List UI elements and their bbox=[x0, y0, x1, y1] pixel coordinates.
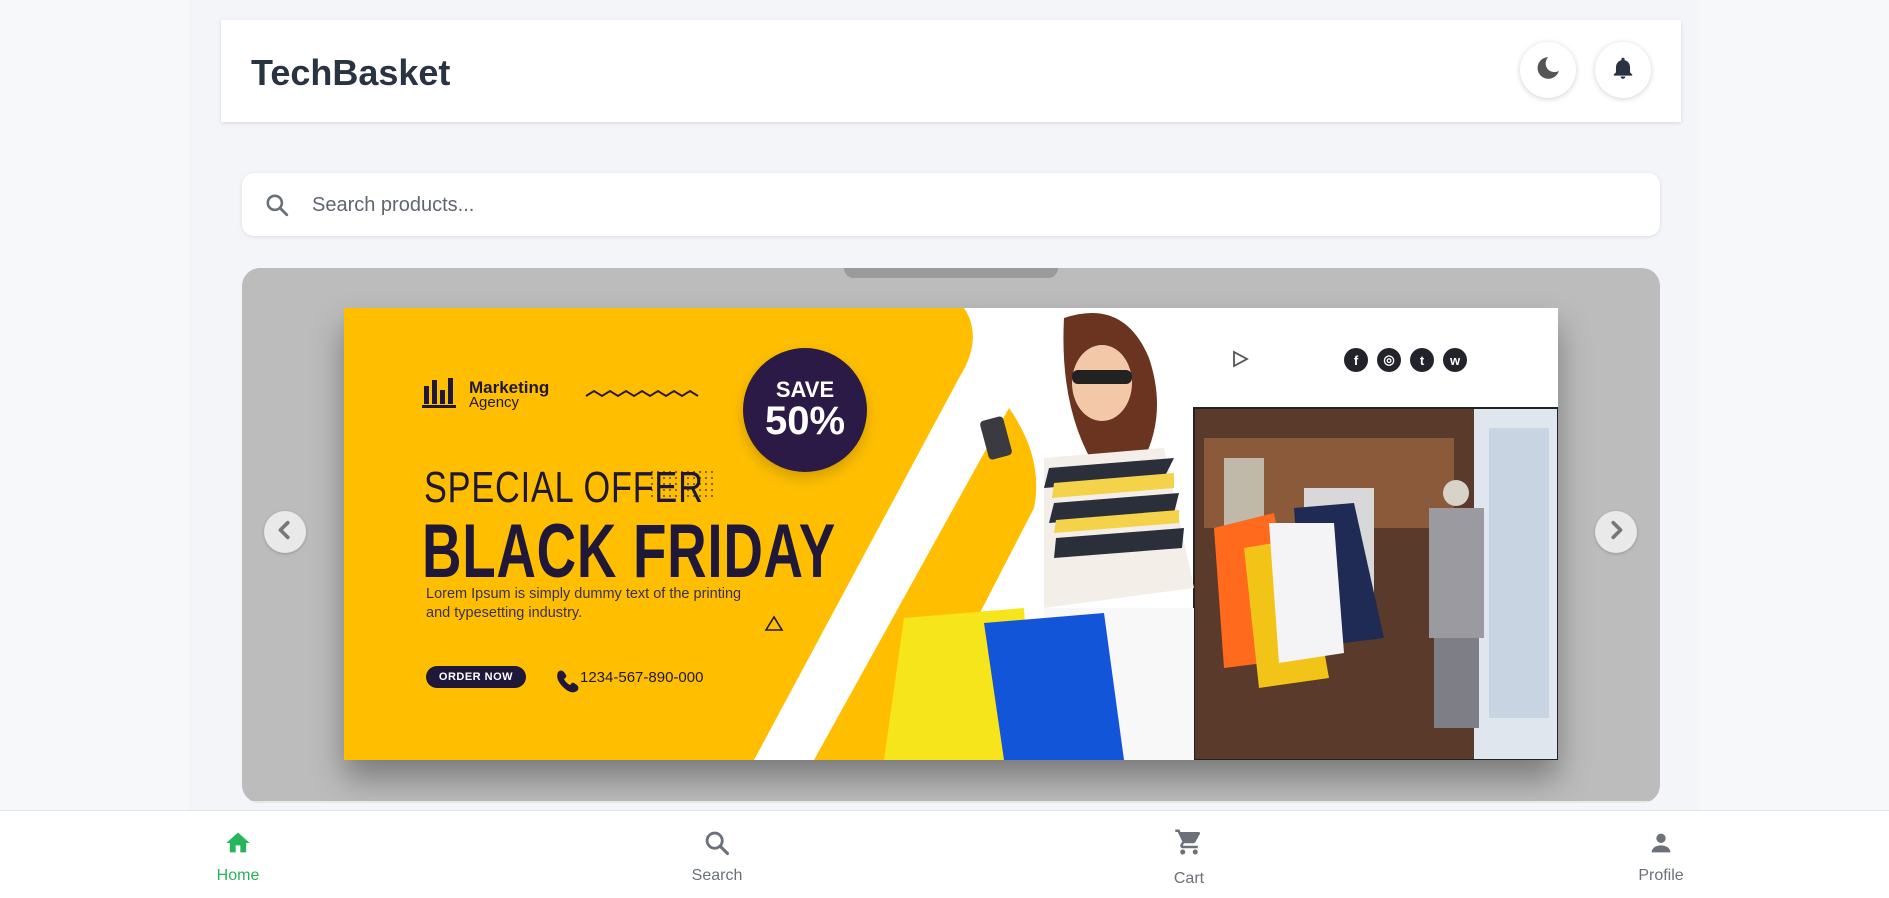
whatsapp-icon: w bbox=[1443, 348, 1467, 372]
carousel-prev-button[interactable] bbox=[264, 511, 306, 553]
save-badge-label: SAVE bbox=[775, 377, 835, 402]
home-icon bbox=[224, 829, 252, 862]
banner-special-offer: SPECIAL OFFER bbox=[424, 463, 704, 512]
carousel-divider bbox=[242, 801, 1660, 803]
facebook-icon: f bbox=[1344, 348, 1368, 372]
banner-headline: BLACK FRIDAY bbox=[422, 509, 836, 594]
promo-carousel: Marketing Agency SAVE 50% SPECIAL OFFER B… bbox=[242, 268, 1660, 803]
nav-home-label: Home bbox=[216, 867, 260, 884]
moon-icon bbox=[1535, 55, 1561, 86]
chevron-right-icon bbox=[1605, 519, 1627, 546]
theme-toggle-button[interactable] bbox=[1520, 42, 1576, 98]
app-header: TechBasket bbox=[221, 20, 1681, 122]
nav-cart-label: Cart bbox=[1173, 870, 1205, 887]
nav-home[interactable]: Home bbox=[178, 811, 298, 898]
nav-search[interactable]: Search bbox=[657, 811, 777, 898]
cart-icon bbox=[1174, 827, 1204, 862]
chevron-left-icon bbox=[274, 519, 296, 546]
instagram-icon: ◎ bbox=[1377, 348, 1401, 372]
search-bar bbox=[242, 173, 1660, 236]
nav-profile[interactable]: Profile bbox=[1601, 811, 1721, 898]
banner-phone: 1234-567-890-000 bbox=[580, 669, 704, 686]
carousel-tab bbox=[844, 268, 1058, 278]
bell-icon bbox=[1610, 55, 1636, 86]
banner-logo: Marketing Agency bbox=[469, 378, 550, 411]
nav-search-label: Search bbox=[691, 867, 743, 884]
search-input[interactable] bbox=[310, 184, 1634, 226]
save-badge-percent: 50% bbox=[764, 399, 846, 443]
nav-profile-label: Profile bbox=[1638, 867, 1684, 884]
brand-title: TechBasket bbox=[251, 52, 451, 93]
nav-cart[interactable]: Cart bbox=[1129, 811, 1249, 898]
carousel-next-button[interactable] bbox=[1595, 511, 1637, 553]
promo-banner[interactable]: Marketing Agency SAVE 50% SPECIAL OFFER B… bbox=[344, 308, 1558, 760]
save-badge: SAVE 50% bbox=[743, 348, 867, 472]
bottom-navigation: Home Search Cart Profile bbox=[0, 810, 1889, 898]
search-icon bbox=[703, 829, 731, 862]
banner-description: Lorem Ipsum is simply dummy text of the … bbox=[426, 586, 742, 621]
twitter-icon: t bbox=[1410, 348, 1434, 372]
person-icon bbox=[1647, 829, 1675, 862]
order-now-button: ORDER NOW bbox=[426, 666, 526, 688]
notifications-button[interactable] bbox=[1595, 42, 1651, 98]
search-icon bbox=[264, 192, 290, 223]
